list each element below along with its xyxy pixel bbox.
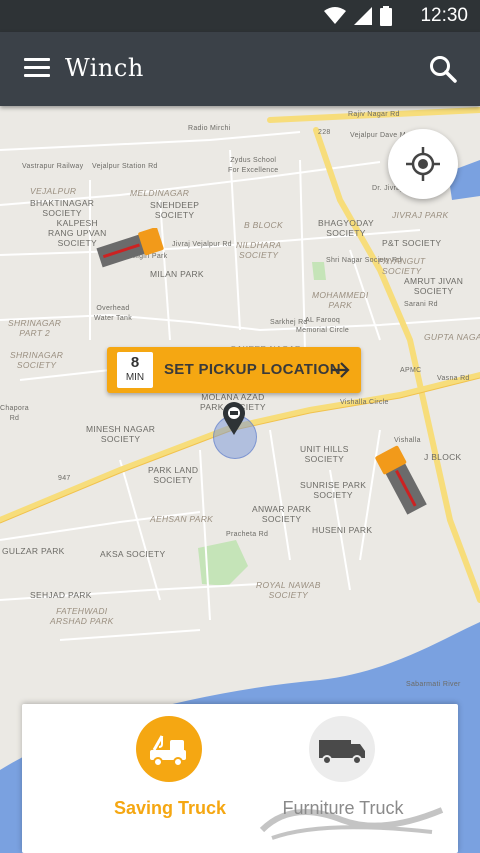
- map-label: MILAN PARK: [150, 269, 204, 279]
- map-label: Overhead Water Tank: [94, 305, 133, 322]
- arrow-right-icon: [331, 362, 350, 378]
- eta-badge: 8 MIN: [117, 352, 153, 388]
- map-label: Rajiv Nagar Rd: [348, 111, 400, 118]
- map-label: MINESH NAGAR SOCIETY: [86, 424, 156, 444]
- map-label: MELDINAGAR: [130, 188, 190, 198]
- map-label: B BLOCK: [244, 220, 283, 230]
- menu-icon[interactable]: [24, 58, 50, 80]
- map-label: Sarani Rd: [404, 301, 438, 308]
- locate-me-button[interactable]: [388, 129, 458, 199]
- map-label: ROYAL NAWAB SOCIETY: [256, 580, 321, 600]
- map-label: Vasna Rd: [437, 375, 470, 382]
- app-bar: Winch: [0, 32, 480, 106]
- map-label: ANWAR PARK SOCIETY: [252, 504, 312, 524]
- furniture-truck-circle: [309, 716, 375, 782]
- map-label: FATEHWADI ARSHAD PARK: [50, 606, 114, 626]
- map-label: PARK LAND SOCIETY: [148, 465, 199, 485]
- map-label: AKSA SOCIETY: [100, 549, 166, 559]
- eta-unit: MIN: [125, 372, 145, 383]
- eta-value: 8: [130, 354, 140, 371]
- map-label: AL Farooq Memorial Circle: [296, 317, 350, 334]
- map-label: 228: [318, 129, 331, 136]
- pickup-label: SET PICKUP LOCATION: [164, 361, 341, 378]
- battery-icon: [380, 6, 392, 26]
- tow-truck-icon: [150, 735, 186, 767]
- map-label: Vejalpur Station Rd: [92, 163, 158, 170]
- map-label: SEHJAD PARK: [30, 590, 92, 600]
- map-label: PAYANGUT SOCIETY: [378, 256, 426, 276]
- map-label: Zydus School For Excellence: [228, 157, 279, 174]
- map-label: AMRUT JIVAN SOCIETY: [404, 276, 464, 296]
- map-label: JIVRAJ PARK: [392, 210, 449, 220]
- map-label: HUSENI PARK: [312, 525, 373, 535]
- map-label: GULZAR PARK: [2, 546, 65, 556]
- location-pin-icon[interactable]: [222, 402, 246, 436]
- map-label: Radio Mirchi: [188, 125, 231, 132]
- tow-truck-marker[interactable]: [92, 228, 168, 268]
- map-label: BHAKTINAGAR SOCIETY: [30, 198, 95, 218]
- tow-truck-marker[interactable]: [372, 445, 434, 521]
- map-label: MOHAMMEDI PARK: [312, 290, 369, 310]
- map-label: AEHSAN PARK: [150, 514, 214, 524]
- watermark-logo: [259, 807, 444, 840]
- map-label: Jivraj Vejalpur Rd: [172, 241, 232, 248]
- set-pickup-location-button[interactable]: 8 MIN SET PICKUP LOCATION: [107, 347, 361, 393]
- saving-truck-label: Saving Truck: [113, 798, 227, 818]
- map-label: SUNRISE PARK SOCIETY: [300, 480, 367, 500]
- map-label: UNIT HILLS SOCIETY: [300, 444, 349, 464]
- signal-icon: [354, 7, 372, 25]
- map-label: GUPTA NAGAR: [424, 332, 480, 342]
- map-label: Chapora Rd: [0, 405, 29, 422]
- gps-crosshair-icon: [406, 147, 440, 181]
- map-label: Vastrapur Railway: [22, 163, 84, 170]
- map-label: BHAGYODAY SOCIETY: [318, 218, 374, 238]
- map-label: Pracheta Rd: [226, 531, 269, 538]
- status-bar: 12:30: [0, 0, 480, 32]
- status-icons: [324, 6, 392, 26]
- box-truck-icon: [319, 740, 365, 765]
- map-label: SHRINAGAR SOCIETY: [10, 350, 64, 370]
- map-label: APMC: [400, 367, 422, 374]
- map-label: NILDHARA SOCIETY: [236, 240, 282, 260]
- map-label: VEJALPUR: [30, 186, 77, 196]
- search-icon[interactable]: [428, 54, 458, 84]
- map-label: P&T SOCIETY: [382, 238, 442, 248]
- map-label: Vishalla Circle: [340, 399, 389, 406]
- app-title: Winch: [65, 54, 144, 82]
- saving-truck-circle: [136, 716, 202, 782]
- map-label: SHRINAGAR PART 2: [8, 318, 62, 338]
- map-label: 947: [58, 475, 71, 482]
- map-label: SNEHDEEP SOCIETY: [150, 200, 200, 220]
- map-label: Sabarmati River: [406, 681, 461, 688]
- status-time: 12:30: [420, 5, 468, 26]
- saving-truck-option[interactable]: Saving Truck: [90, 716, 250, 836]
- wifi-icon: [324, 7, 346, 24]
